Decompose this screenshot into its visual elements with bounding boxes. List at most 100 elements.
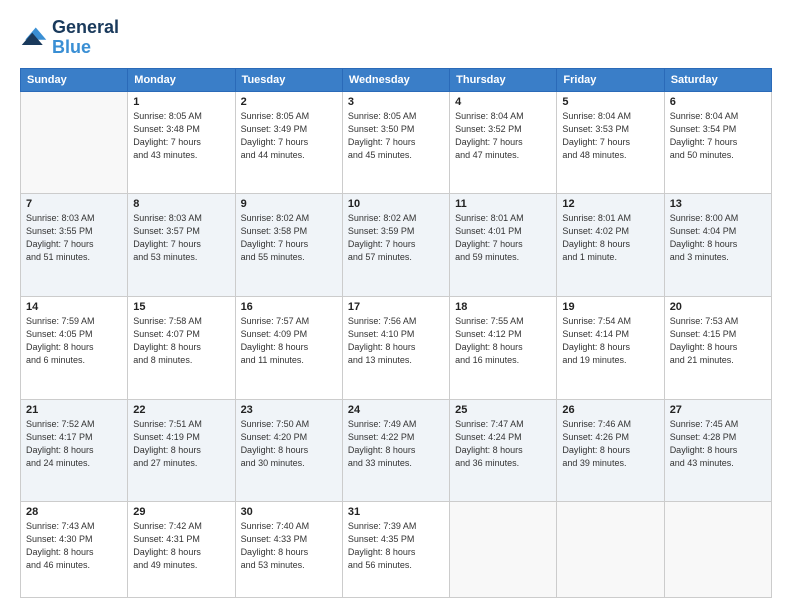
day-info: Sunrise: 7:45 AM Sunset: 4:28 PM Dayligh… — [670, 418, 766, 470]
day-number: 4 — [455, 96, 551, 108]
day-number: 25 — [455, 404, 551, 416]
calendar-week-row: 7Sunrise: 8:03 AM Sunset: 3:55 PM Daylig… — [21, 194, 772, 297]
day-info: Sunrise: 7:49 AM Sunset: 4:22 PM Dayligh… — [348, 418, 444, 470]
calendar-cell: 23 Sunrise: 7:50 AM Sunset: 4:20 PM Dayli… — [235, 399, 342, 502]
day-number: 27 — [670, 404, 766, 416]
day-number: 22 — [133, 404, 229, 416]
col-tuesday: Tuesday — [235, 68, 342, 91]
day-info: Sunrise: 7:47 AM Sunset: 4:24 PM Dayligh… — [455, 418, 551, 470]
calendar-cell: 24 Sunrise: 7:49 AM Sunset: 4:22 PM Dayli… — [342, 399, 449, 502]
day-info: Sunrise: 8:02 AM Sunset: 3:59 PM Dayligh… — [348, 212, 444, 264]
day-info: Sunrise: 7:55 AM Sunset: 4:12 PM Dayligh… — [455, 315, 551, 367]
day-info: Sunrise: 8:05 AM Sunset: 3:48 PM Dayligh… — [133, 110, 229, 162]
day-number: 6 — [670, 96, 766, 108]
calendar-cell: 2Sunrise: 8:05 AM Sunset: 3:49 PM Daylig… — [235, 91, 342, 194]
day-number: 13 — [670, 198, 766, 210]
day-info: Sunrise: 7:52 AM Sunset: 4:17 PM Dayligh… — [26, 418, 122, 470]
day-info: Sunrise: 8:03 AM Sunset: 3:57 PM Dayligh… — [133, 212, 229, 264]
day-info: Sunrise: 7:51 AM Sunset: 4:19 PM Dayligh… — [133, 418, 229, 470]
calendar-week-row: 14 Sunrise: 7:59 AM Sunset: 4:05 PM Dayli… — [21, 296, 772, 399]
calendar-cell: 5 Sunrise: 8:04 AM Sunset: 3:53 PM Daylig… — [557, 91, 664, 194]
calendar-cell: 25 Sunrise: 7:47 AM Sunset: 4:24 PM Dayli… — [450, 399, 557, 502]
day-number: 17 — [348, 301, 444, 313]
calendar-cell: 13 Sunrise: 8:00 AM Sunset: 4:04 PM Dayli… — [664, 194, 771, 297]
calendar-cell: 11 Sunrise: 8:01 AM Sunset: 4:01 PM Dayli… — [450, 194, 557, 297]
day-number: 28 — [26, 506, 122, 518]
day-number: 16 — [241, 301, 337, 313]
day-number: 23 — [241, 404, 337, 416]
day-info: Sunrise: 8:04 AM Sunset: 3:52 PM Dayligh… — [455, 110, 551, 162]
day-info: Sunrise: 8:01 AM Sunset: 4:01 PM Dayligh… — [455, 212, 551, 264]
calendar-cell: 22 Sunrise: 7:51 AM Sunset: 4:19 PM Dayli… — [128, 399, 235, 502]
col-thursday: Thursday — [450, 68, 557, 91]
day-info: Sunrise: 7:59 AM Sunset: 4:05 PM Dayligh… — [26, 315, 122, 367]
day-info: Sunrise: 7:50 AM Sunset: 4:20 PM Dayligh… — [241, 418, 337, 470]
day-number: 24 — [348, 404, 444, 416]
calendar-cell — [557, 502, 664, 598]
calendar-cell — [450, 502, 557, 598]
calendar-cell: 6 Sunrise: 8:04 AM Sunset: 3:54 PM Daylig… — [664, 91, 771, 194]
day-number: 30 — [241, 506, 337, 518]
day-info: Sunrise: 7:53 AM Sunset: 4:15 PM Dayligh… — [670, 315, 766, 367]
day-number: 7 — [26, 198, 122, 210]
calendar-cell: 30 Sunrise: 7:40 AM Sunset: 4:33 PM Dayli… — [235, 502, 342, 598]
day-number: 11 — [455, 198, 551, 210]
day-info: Sunrise: 7:42 AM Sunset: 4:31 PM Dayligh… — [133, 520, 229, 572]
day-info: Sunrise: 8:04 AM Sunset: 3:54 PM Dayligh… — [670, 110, 766, 162]
calendar-cell: 31Sunrise: 7:39 AM Sunset: 4:35 PM Dayli… — [342, 502, 449, 598]
header: General Blue — [20, 18, 772, 58]
day-number: 29 — [133, 506, 229, 518]
day-info: Sunrise: 8:04 AM Sunset: 3:53 PM Dayligh… — [562, 110, 658, 162]
day-info: Sunrise: 7:56 AM Sunset: 4:10 PM Dayligh… — [348, 315, 444, 367]
col-sunday: Sunday — [21, 68, 128, 91]
day-info: Sunrise: 7:39 AM Sunset: 4:35 PM Dayligh… — [348, 520, 444, 572]
day-number: 1 — [133, 96, 229, 108]
col-wednesday: Wednesday — [342, 68, 449, 91]
calendar-week-row: 1 Sunrise: 8:05 AM Sunset: 3:48 PM Daylig… — [21, 91, 772, 194]
calendar-cell: 14 Sunrise: 7:59 AM Sunset: 4:05 PM Dayli… — [21, 296, 128, 399]
day-number: 10 — [348, 198, 444, 210]
calendar-cell: 28Sunrise: 7:43 AM Sunset: 4:30 PM Dayli… — [21, 502, 128, 598]
day-number: 20 — [670, 301, 766, 313]
calendar-cell: 15 Sunrise: 7:58 AM Sunset: 4:07 PM Dayli… — [128, 296, 235, 399]
calendar-cell: 4 Sunrise: 8:04 AM Sunset: 3:52 PM Daylig… — [450, 91, 557, 194]
day-number: 15 — [133, 301, 229, 313]
day-info: Sunrise: 8:00 AM Sunset: 4:04 PM Dayligh… — [670, 212, 766, 264]
calendar-cell: 20 Sunrise: 7:53 AM Sunset: 4:15 PM Dayli… — [664, 296, 771, 399]
day-number: 26 — [562, 404, 658, 416]
calendar-cell — [664, 502, 771, 598]
calendar-week-row: 28Sunrise: 7:43 AM Sunset: 4:30 PM Dayli… — [21, 502, 772, 598]
day-info: Sunrise: 7:57 AM Sunset: 4:09 PM Dayligh… — [241, 315, 337, 367]
day-number: 5 — [562, 96, 658, 108]
calendar-cell: 10 Sunrise: 8:02 AM Sunset: 3:59 PM Dayli… — [342, 194, 449, 297]
page: General Blue Sunday Monday Tuesday Wedne… — [0, 0, 792, 612]
day-info: Sunrise: 8:05 AM Sunset: 3:49 PM Dayligh… — [241, 110, 337, 162]
day-info: Sunrise: 8:02 AM Sunset: 3:58 PM Dayligh… — [241, 212, 337, 264]
day-info: Sunrise: 8:01 AM Sunset: 4:02 PM Dayligh… — [562, 212, 658, 264]
calendar-cell: 9 Sunrise: 8:02 AM Sunset: 3:58 PM Daylig… — [235, 194, 342, 297]
day-info: Sunrise: 7:54 AM Sunset: 4:14 PM Dayligh… — [562, 315, 658, 367]
calendar-cell: 1 Sunrise: 8:05 AM Sunset: 3:48 PM Daylig… — [128, 91, 235, 194]
day-info: Sunrise: 7:46 AM Sunset: 4:26 PM Dayligh… — [562, 418, 658, 470]
day-info: Sunrise: 8:05 AM Sunset: 3:50 PM Dayligh… — [348, 110, 444, 162]
col-saturday: Saturday — [664, 68, 771, 91]
day-number: 3 — [348, 96, 444, 108]
calendar-cell: 26 Sunrise: 7:46 AM Sunset: 4:26 PM Dayli… — [557, 399, 664, 502]
calendar-week-row: 21 Sunrise: 7:52 AM Sunset: 4:17 PM Dayli… — [21, 399, 772, 502]
calendar-cell: 8 Sunrise: 8:03 AM Sunset: 3:57 PM Daylig… — [128, 194, 235, 297]
day-number: 8 — [133, 198, 229, 210]
calendar-cell: 16 Sunrise: 7:57 AM Sunset: 4:09 PM Dayli… — [235, 296, 342, 399]
day-number: 9 — [241, 198, 337, 210]
calendar-cell — [21, 91, 128, 194]
day-number: 18 — [455, 301, 551, 313]
col-monday: Monday — [128, 68, 235, 91]
calendar-cell: 7Sunrise: 8:03 AM Sunset: 3:55 PM Daylig… — [21, 194, 128, 297]
calendar-cell: 18 Sunrise: 7:55 AM Sunset: 4:12 PM Dayli… — [450, 296, 557, 399]
day-number: 14 — [26, 301, 122, 313]
day-number: 21 — [26, 404, 122, 416]
day-info: Sunrise: 7:58 AM Sunset: 4:07 PM Dayligh… — [133, 315, 229, 367]
day-number: 12 — [562, 198, 658, 210]
calendar-cell: 3 Sunrise: 8:05 AM Sunset: 3:50 PM Daylig… — [342, 91, 449, 194]
day-info: Sunrise: 7:40 AM Sunset: 4:33 PM Dayligh… — [241, 520, 337, 572]
logo: General Blue — [20, 18, 119, 58]
